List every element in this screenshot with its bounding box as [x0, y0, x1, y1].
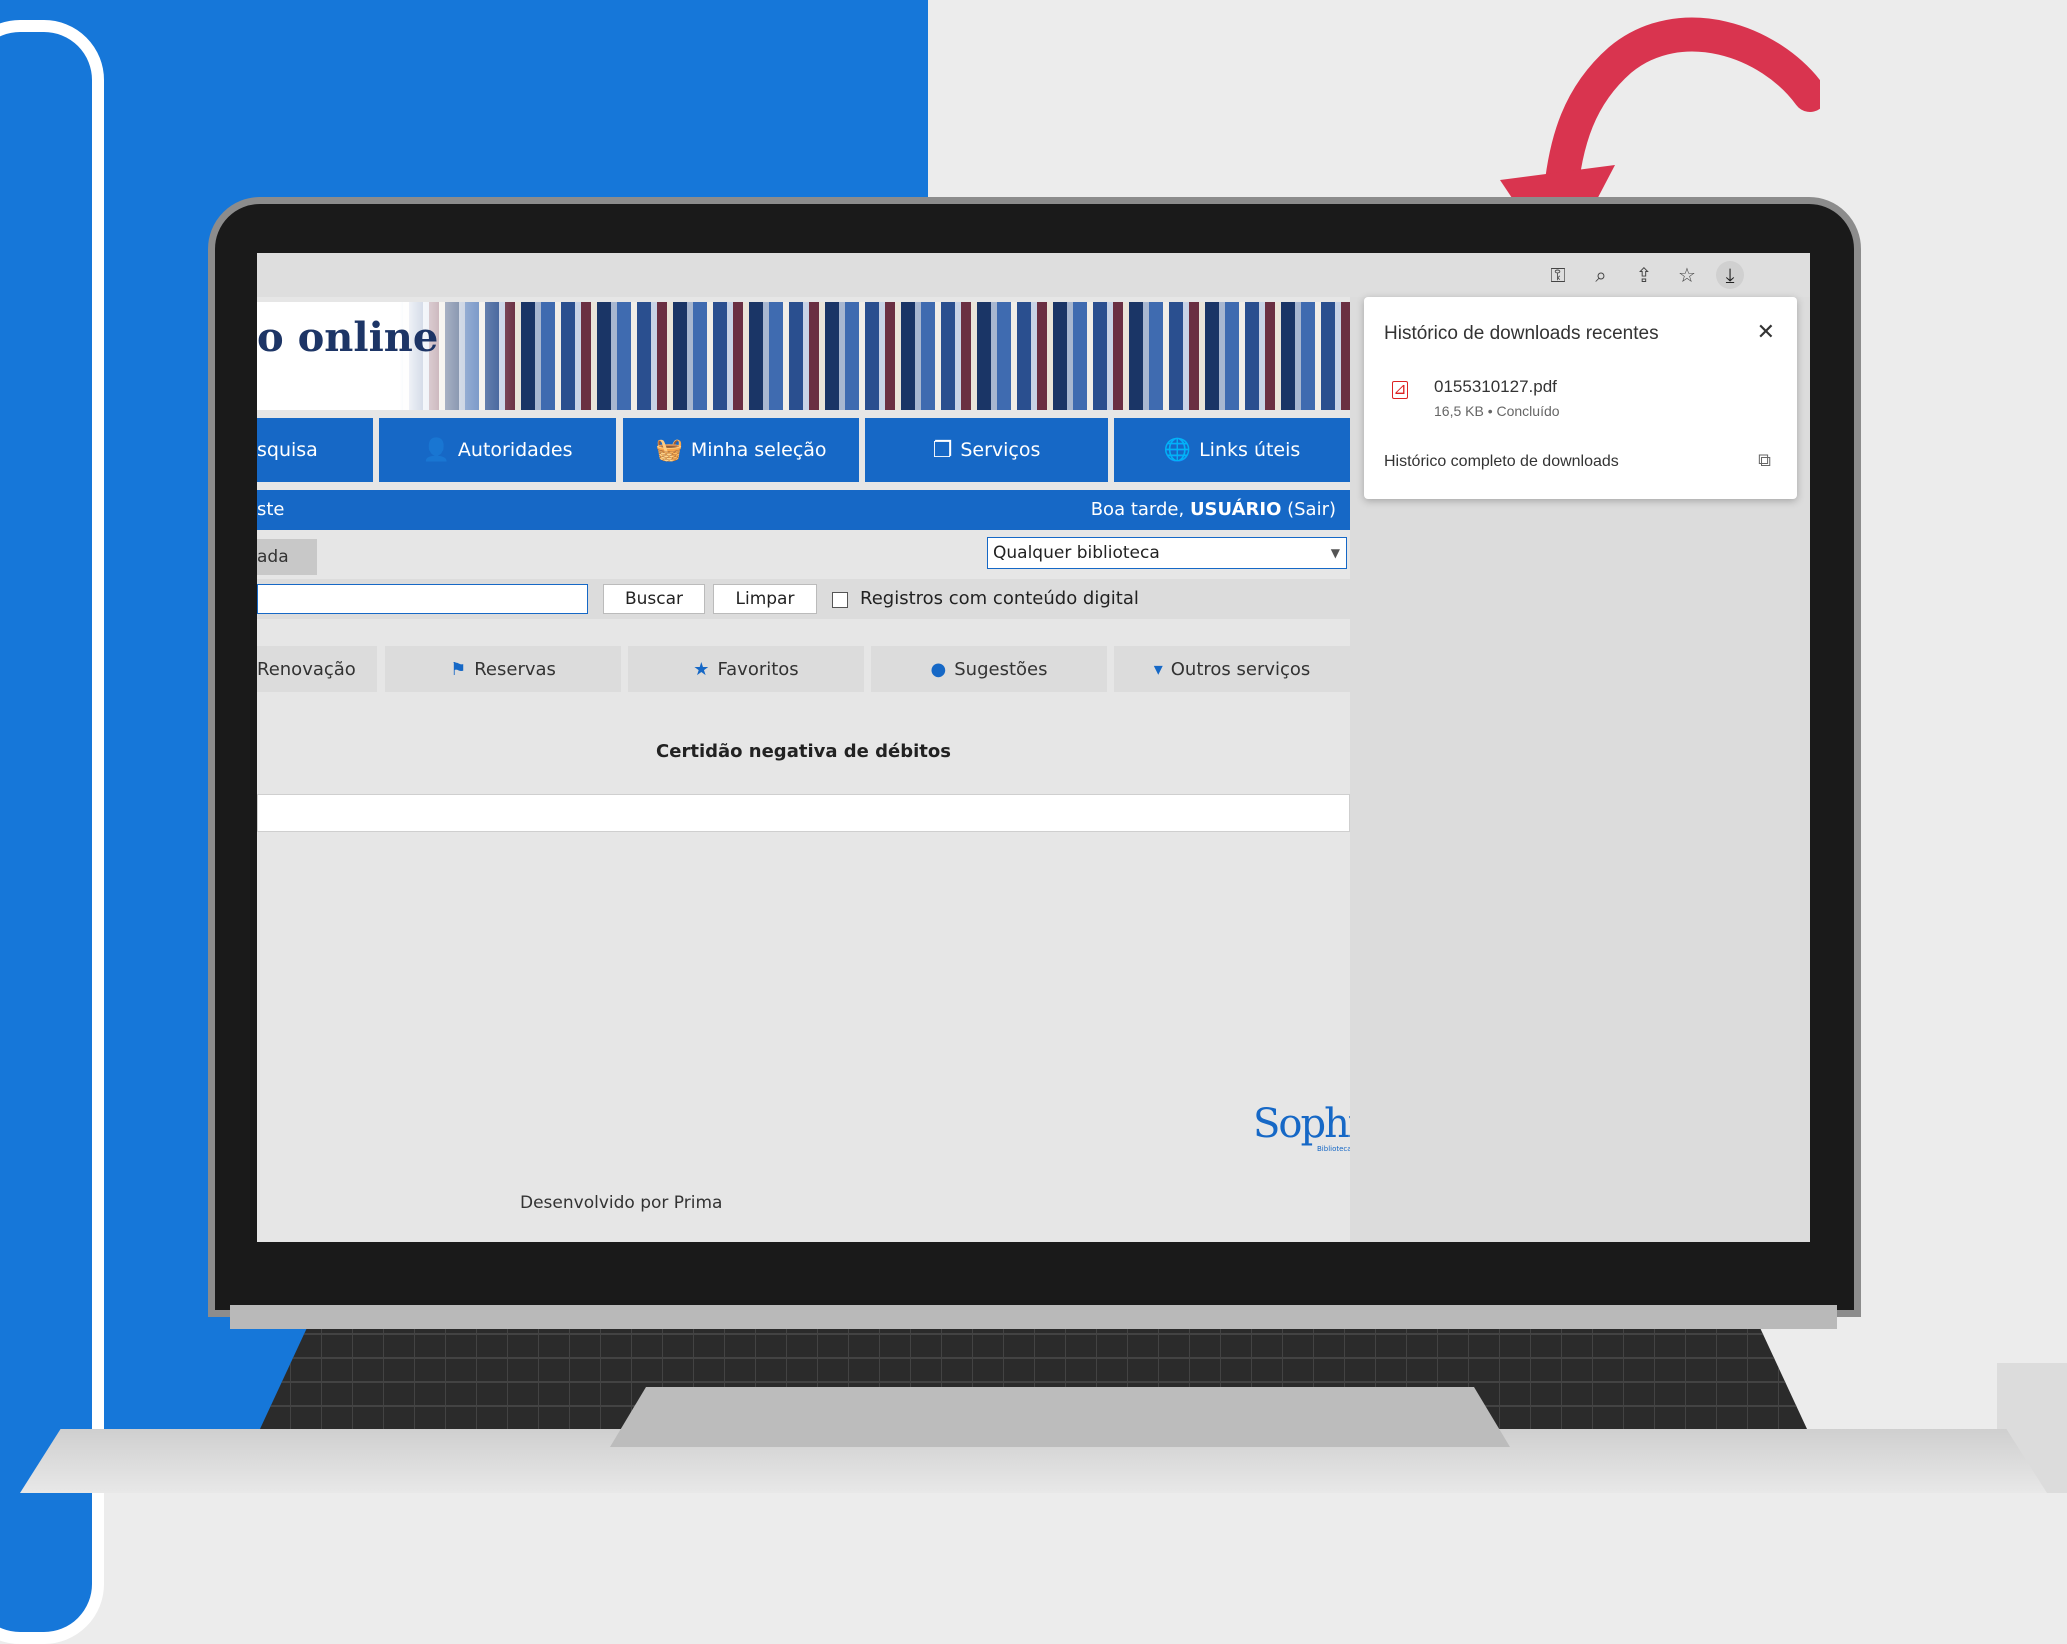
svc-renovacao-label: Renovação — [257, 658, 356, 680]
laptop-hinge — [230, 1305, 1837, 1329]
lightbulb-icon: ● — [930, 658, 947, 680]
certificate-box — [257, 794, 1350, 832]
user-name: USUÁRIO — [1189, 499, 1282, 520]
browser-toolbar: ⚿ ⌕ ⇪ ☆ ⤓ — [257, 253, 1810, 297]
user-bar: ste Boa tarde, USUÁRIO (Sair) — [257, 490, 1350, 530]
laptop-base — [20, 1305, 2047, 1493]
pdf-icon: ⊿ — [1392, 381, 1408, 399]
userbar-left-text: ste — [257, 499, 285, 520]
limpar-button[interactable]: Limpar — [713, 584, 817, 614]
user-greeting: Boa tarde, USUÁRIO (Sair) — [1091, 499, 1336, 520]
digital-content-checkbox[interactable] — [832, 592, 848, 608]
user-icon: 👤 — [422, 437, 450, 463]
search-input[interactable] — [257, 584, 588, 614]
library-select-value: Qualquer biblioteca — [993, 543, 1160, 563]
certificate-title: Certidão negativa de débitos — [656, 741, 951, 762]
svc-favoritos[interactable]: ★ Favoritos — [628, 646, 864, 692]
svc-reservas[interactable]: ⚑ Reservas — [385, 646, 621, 692]
svc-sugestoes-label: Sugestões — [954, 658, 1048, 680]
library-select[interactable]: Qualquer biblioteca ▼ — [987, 537, 1347, 569]
nav-pesquisa[interactable]: squisa — [257, 418, 373, 482]
external-link-icon[interactable]: ⧉ — [1758, 450, 1771, 471]
banner-title: o online — [257, 314, 439, 361]
basket-icon: 🧺 — [655, 437, 683, 463]
nav-links-uteis[interactable]: 🌐 Links úteis — [1114, 418, 1350, 482]
svc-outros[interactable]: ▾ Outros serviços — [1114, 646, 1350, 692]
downloads-popup: Histórico de downloads recentes ✕ ⊿ 0155… — [1364, 297, 1797, 499]
close-icon[interactable]: ✕ — [1757, 319, 1775, 345]
main-nav: squisa 👤 Autoridades 🧺 Minha seleção ❐ Serv… — [257, 418, 1350, 482]
download-file-name[interactable]: 0155310127.pdf — [1434, 377, 1557, 397]
key-icon[interactable]: ⚿ — [1544, 261, 1572, 289]
star-icon: ★ — [693, 658, 710, 680]
nav-autoridades-label: Autoridades — [457, 439, 573, 461]
digital-content-label: Registros com conteúdo digital — [860, 588, 1139, 609]
svc-favoritos-label: Favoritos — [717, 658, 799, 680]
download-file-meta: 16,5 KB • Concluído — [1434, 403, 1560, 419]
sophia-logo-sub: Biblioteca — [1317, 1145, 1352, 1153]
zoom-icon[interactable]: ⌕ — [1587, 261, 1615, 289]
nav-autoridades[interactable]: 👤 Autoridades — [379, 418, 616, 482]
nav-minha-selecao[interactable]: 🧺 Minha seleção — [623, 418, 859, 482]
laptop-trackpad — [610, 1387, 1510, 1447]
svc-sugestoes[interactable]: ● Sugestões — [871, 646, 1107, 692]
library-page: o online squisa 👤 Autoridades 🧺 Minha sele… — [257, 297, 1388, 1242]
svc-renovacao[interactable]: Renovação — [257, 646, 377, 692]
nav-links-uteis-label: Links úteis — [1199, 439, 1301, 461]
downloads-title: Histórico de downloads recentes — [1384, 323, 1659, 344]
greeting-text: Boa tarde, — [1090, 499, 1190, 520]
nav-pesquisa-label: squisa — [257, 439, 318, 461]
search-row: Buscar Limpar Registros com conteúdo dig… — [257, 579, 1350, 619]
nav-minha-selecao-label: Minha seleção — [690, 439, 827, 461]
search-tab-label: ada — [257, 547, 289, 567]
logout-link[interactable]: (Sair) — [1281, 499, 1336, 520]
flag-icon: ⚑ — [450, 658, 467, 680]
nav-servicos[interactable]: ❐ Serviços — [865, 418, 1108, 482]
banner: o online — [257, 302, 1350, 410]
services-icon: ❐ — [932, 437, 953, 463]
laptop-screen: ⚿ ⌕ ⇪ ☆ ⤓ o online squisa 👤 Autoridades 🧺… — [257, 253, 1810, 1242]
bookmark-star-icon[interactable]: ☆ — [1673, 261, 1701, 289]
footer-text: Desenvolvido por Prima — [520, 1193, 723, 1213]
svc-reservas-label: Reservas — [474, 658, 556, 680]
svc-outros-label: Outros serviços — [1170, 658, 1311, 680]
buscar-button[interactable]: Buscar — [603, 584, 705, 614]
nav-servicos-label: Serviços — [960, 439, 1041, 461]
chevron-down-icon: ▼ — [1330, 546, 1340, 560]
download-icon[interactable]: ⤓ — [1716, 261, 1744, 289]
share-icon[interactable]: ⇪ — [1630, 261, 1658, 289]
search-tab[interactable]: ada — [257, 539, 317, 575]
globe-icon: 🌐 — [1163, 437, 1192, 463]
services-row: Renovação ⚑ Reservas ★ Favoritos ● Sugestõe… — [257, 646, 1350, 692]
full-history-link[interactable]: Histórico completo de downloads — [1384, 453, 1619, 471]
caret-down-icon: ▾ — [1153, 658, 1163, 680]
